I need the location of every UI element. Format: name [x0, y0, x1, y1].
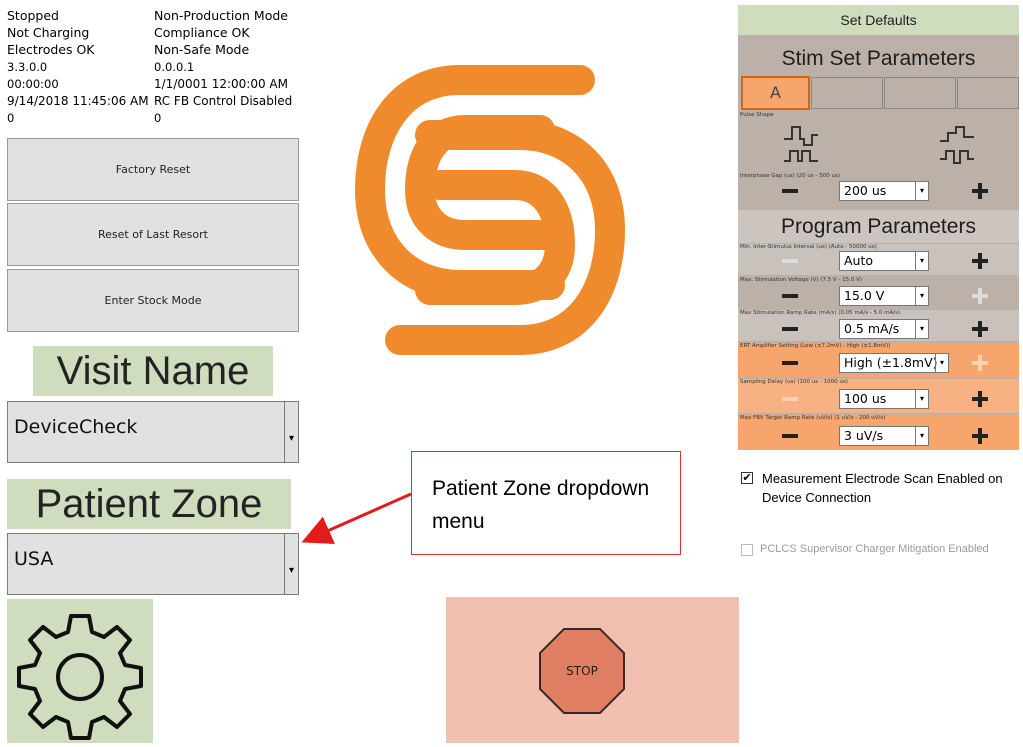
chevron-down-icon[interactable]: ▾	[284, 402, 298, 462]
param-label: Max. Stimulation Voltage (V) (7.5 V - 15…	[740, 277, 863, 283]
patient-zone-value: USA	[14, 548, 54, 570]
annotation-arrow	[301, 492, 412, 545]
fb-control-status: RC FB Control Disabled	[154, 94, 293, 108]
visit-name-label: Visit Name	[33, 346, 273, 396]
electrode-status: Electrodes OK	[7, 42, 95, 57]
decrease-icon[interactable]	[782, 294, 798, 298]
stop-area[interactable]: STOP	[446, 597, 739, 743]
factory-reset-button[interactable]: Factory Reset	[7, 138, 299, 201]
reset-last-resort-button[interactable]: Reset of Last Resort	[7, 203, 299, 266]
decrease-icon[interactable]	[782, 434, 798, 438]
stim-set-tab-c[interactable]	[884, 77, 956, 109]
param-value: 3 uV/s	[844, 428, 884, 443]
pulse-shape-option-2[interactable]	[938, 123, 978, 167]
stim-set-tab-b[interactable]	[811, 77, 883, 109]
interphase-row: 200 us ▾	[738, 179, 1019, 203]
param-value: Auto	[844, 253, 874, 268]
stim-set-title: Stim Set Parameters	[781, 47, 976, 70]
parameter-panel: Set Defaults Stim Set Parameters A Pulse…	[738, 5, 1019, 450]
increase-icon-v	[978, 253, 982, 269]
pclcs-checkbox[interactable]	[741, 544, 753, 556]
chevron-down-icon: ▾	[915, 252, 928, 270]
enter-stock-mode-button[interactable]: Enter Stock Mode	[7, 269, 299, 332]
param-select[interactable]: Auto ▾	[839, 251, 929, 271]
secondary-version: 0.0.0.1	[154, 60, 195, 74]
increase-icon-v	[978, 321, 982, 337]
decrease-icon[interactable]	[782, 327, 798, 331]
chevron-down-icon: ▾	[915, 390, 928, 408]
param-row-ert: ERT Amplifier Setting (Low (±7.2mV) - Hi…	[738, 343, 1019, 377]
param-row-ramp: Max Stimulation Ramp Rate (mA/s) (0.05 m…	[738, 310, 1019, 341]
charging-status: Not Charging	[7, 25, 90, 40]
interphase-value: 200 us	[844, 183, 887, 198]
pulse-shape-option-1[interactable]	[782, 123, 822, 167]
production-mode: Non-Production Mode	[154, 8, 288, 23]
safe-mode-status: Non-Safe Mode	[154, 42, 250, 57]
left-counter: 0	[7, 111, 15, 125]
param-value: High (±1.8mV)	[844, 355, 938, 370]
param-select[interactable]: 100 us ▾	[839, 389, 929, 409]
annotation-callout: Patient Zone dropdown menu	[411, 451, 681, 555]
param-select[interactable]: 3 uV/s ▾	[839, 426, 929, 446]
param-select[interactable]: High (±1.8mV) ▾	[839, 353, 949, 373]
compliance-status: Compliance OK	[154, 25, 250, 40]
param-row-voltage: Max. Stimulation Voltage (V) (7.5 V - 15…	[738, 277, 1019, 308]
param-row-sampling: Sampling Delay (us) (100 us - 1000 us) 1…	[738, 379, 1019, 413]
settings-button[interactable]	[7, 599, 153, 743]
app-logo	[354, 65, 626, 355]
param-value: 15.0 V	[844, 288, 885, 303]
param-label: Sampling Delay (us) (100 us - 1000 us)	[740, 379, 848, 385]
stim-set-tab-d[interactable]	[957, 77, 1019, 109]
visit-name-value: DeviceCheck	[14, 416, 138, 438]
increase-icon-v	[978, 183, 982, 199]
program-params-title: Program Parameters	[738, 210, 1019, 243]
pclcs-label: PCLCS Supervisor Charger Mitigation Enab…	[760, 543, 989, 555]
increase-icon-v	[978, 391, 982, 407]
run-status: Stopped	[7, 8, 59, 23]
right-counter: 0	[154, 111, 162, 125]
increase-icon-v	[978, 288, 982, 304]
param-value: 0.5 mA/s	[844, 321, 900, 336]
gear-icon	[17, 614, 143, 740]
pulse-shape-label: Pulse Shape	[740, 112, 774, 118]
stim-set-tab-a[interactable]: A	[741, 76, 810, 110]
param-select[interactable]: 0.5 mA/s ▾	[839, 319, 929, 339]
chevron-down-icon: ▾	[915, 427, 928, 445]
stop-label: STOP	[566, 664, 598, 678]
decrease-icon[interactable]	[782, 361, 798, 365]
increase-icon-v	[978, 428, 982, 444]
param-select[interactable]: 15.0 V ▾	[839, 286, 929, 306]
increase-icon-v	[978, 355, 982, 371]
param-row-isi: Min. Inter-Stimulus Interval (us) (Auto …	[738, 244, 1019, 275]
chevron-down-icon: ▾	[915, 287, 928, 305]
decrease-icon[interactable]	[782, 259, 798, 263]
device-datetime: 1/1/0001 12:00:00 AM	[154, 77, 288, 91]
measurement-scan-checkbox[interactable]: ✔	[741, 472, 753, 484]
chevron-down-icon: ▾	[915, 320, 928, 338]
param-label: Max FBV Target Ramp Rate (uV/s) (1 uV/s …	[740, 415, 886, 421]
interphase-select[interactable]: 200 us ▾	[839, 181, 929, 201]
measurement-scan-label: Measurement Electrode Scan Enabled on De…	[762, 471, 1003, 505]
chevron-down-icon: ▾	[935, 354, 948, 372]
param-row-fbv: Max FBV Target Ramp Rate (uV/s) (1 uV/s …	[738, 415, 1019, 450]
patient-zone-label: Patient Zone	[7, 479, 291, 529]
chevron-down-icon: ▾	[915, 182, 928, 200]
annotation-text: Patient Zone dropdown menu	[432, 477, 650, 533]
set-defaults-button[interactable]: Set Defaults	[738, 5, 1019, 35]
param-label: ERT Amplifier Setting (Low (±7.2mV) - Hi…	[740, 343, 891, 349]
firmware-version: 3.3.0.0	[7, 60, 48, 74]
current-datetime: 9/14/2018 11:45:06 AM	[7, 94, 149, 108]
patient-zone-dropdown[interactable]: USA ▾	[7, 533, 299, 595]
param-label: Max Stimulation Ramp Rate (mA/s) (0.05 m…	[740, 310, 901, 316]
param-value: 100 us	[844, 391, 887, 406]
elapsed-time: 00:00:00	[7, 77, 59, 91]
decrease-icon[interactable]	[782, 397, 798, 401]
visit-name-dropdown[interactable]: DeviceCheck ▾	[7, 401, 299, 463]
decrease-icon[interactable]	[782, 189, 798, 193]
